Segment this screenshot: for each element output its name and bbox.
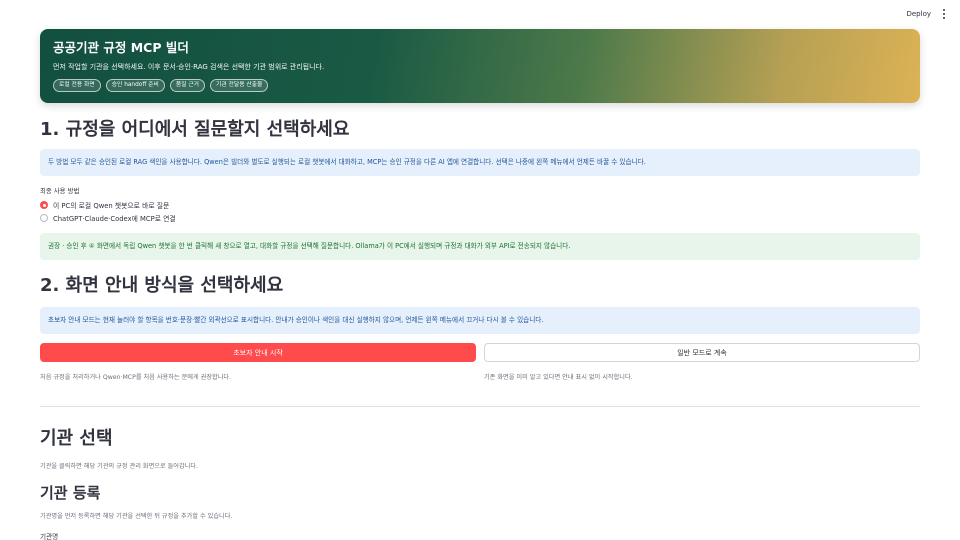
section1-success-alert: 권장 · 승인 후 ④ 화면에서 독립 Qwen 챗봇을 한 번 클릭해 새 창…	[40, 233, 920, 260]
hero-chips: 로컬 전용 화면 승인 handoff 준비 품질 근거 기관 전달용 산출물	[53, 79, 907, 92]
agency-name-label: 기관명	[40, 533, 59, 540]
chip-approval-handoff: 승인 handoff 준비	[105, 79, 165, 92]
start-guide-caption: 처음 규정을 처리하거나 Qwen·MCP를 처음 사용하는 분에게 권장합니다…	[40, 374, 232, 381]
section1-info-alert: 두 방법 모두 같은 승인된 로컬 RAG 색인을 사용합니다. Qwen은 빌…	[40, 149, 920, 176]
radio-selected-icon	[40, 201, 48, 209]
radio-unselected-icon	[40, 214, 48, 222]
continue-normal-caption: 기존 화면을 이미 알고 있다면 안내 표시 없이 시작합니다.	[484, 374, 633, 381]
hero-banner: 공공기관 규정 MCP 빌더 먼저 작업할 기관을 선택하세요. 이후 문서·승…	[40, 29, 920, 103]
section2-info-alert: 초보자 안내 모드는 현재 눌러야 할 항목을 번호·문장·빨간 외곽선으로 표…	[40, 307, 920, 334]
section2-heading: 2. 화면 안내 방식을 선택하세요	[40, 275, 284, 296]
agency-select-caption: 기관을 클릭하면 해당 기관의 규정 관리 화면으로 들어갑니다.	[40, 463, 199, 470]
radio-option-mcp-label: ChatGPT·Claude·Codex에 MCP로 연결	[53, 215, 176, 223]
chip-agency-deliverable: 기관 전달용 산출물	[210, 79, 269, 92]
radio-option-qwen-label: 이 PC의 로컬 Qwen 챗봇으로 바로 질문	[53, 202, 170, 210]
chip-local-only: 로컬 전용 화면	[53, 79, 101, 92]
deploy-button[interactable]: Deploy	[906, 10, 931, 18]
agency-register-heading: 기관 등록	[40, 484, 101, 502]
start-guide-button[interactable]: 초보자 안내 시작	[40, 343, 476, 362]
usage-method-label: 최종 사용 방법	[40, 187, 80, 195]
radio-option-mcp[interactable]: ChatGPT·Claude·Codex에 MCP로 연결	[40, 213, 176, 223]
hero-subtitle: 먼저 작업할 기관을 선택하세요. 이후 문서·승인·RAG 검색은 선택한 기…	[53, 63, 325, 71]
agency-select-heading: 기관 선택	[40, 428, 113, 449]
agency-register-caption: 기관명을 먼저 등록하면 해당 기관을 선택한 뒤 규정을 추가할 수 있습니다…	[40, 513, 233, 520]
main-menu-icon[interactable]	[941, 9, 947, 19]
hero-title: 공공기관 규정 MCP 빌더	[53, 40, 189, 55]
section1-heading: 1. 규정을 어디에서 질문할지 선택하세요	[40, 119, 350, 140]
app-header: Deploy	[0, 0, 960, 30]
radio-option-qwen[interactable]: 이 PC의 로컬 Qwen 챗봇으로 바로 질문	[40, 200, 169, 210]
continue-normal-button[interactable]: 일반 모드로 계속	[484, 343, 920, 362]
section-divider	[40, 406, 920, 407]
chip-quality-evidence: 품질 근거	[169, 79, 206, 92]
